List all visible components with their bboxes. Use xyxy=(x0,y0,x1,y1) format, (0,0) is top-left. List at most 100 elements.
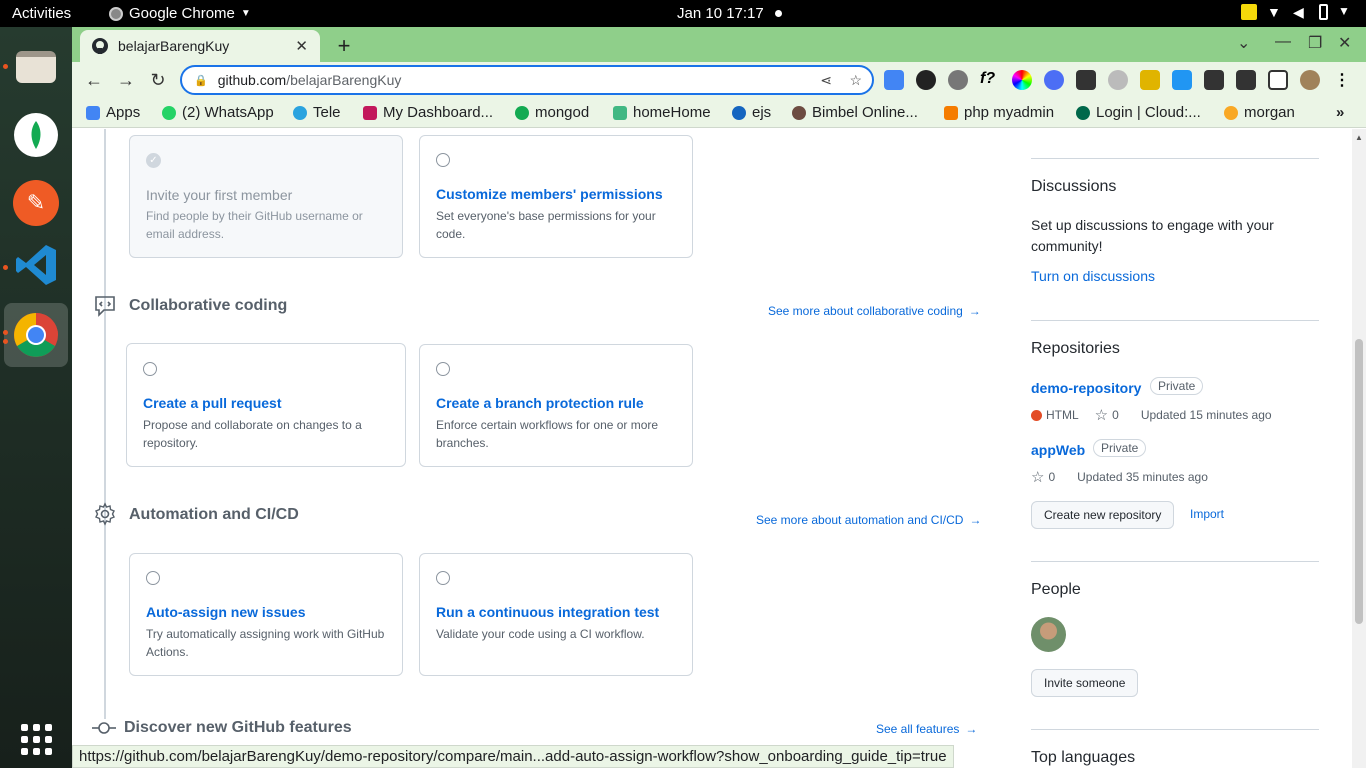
bookmark-item[interactable]: Bimbel Online... xyxy=(792,104,918,121)
dock-chrome[interactable] xyxy=(4,303,68,367)
see-more-label: See more about automation and CI/CD xyxy=(756,513,964,527)
ejs-icon xyxy=(732,105,746,120)
import-link[interactable]: Import xyxy=(1190,507,1224,521)
activities-button[interactable]: Activities xyxy=(12,5,71,22)
morgan-icon xyxy=(1224,105,1238,120)
bookmark-item[interactable]: Tele xyxy=(293,104,341,121)
task-radio[interactable] xyxy=(146,571,160,585)
postman-icon: ✎ xyxy=(13,180,59,226)
battery-icon[interactable] xyxy=(1319,4,1328,20)
css-extension-icon[interactable] xyxy=(1140,70,1160,90)
dock-show-applications[interactable] xyxy=(4,707,68,768)
invite-someone-button[interactable]: Invite someone xyxy=(1031,669,1139,697)
dock-files[interactable] xyxy=(4,35,68,99)
new-extension-icon[interactable] xyxy=(1076,70,1096,90)
app-menu[interactable]: Google Chrome ▼ xyxy=(109,5,251,22)
scroll-up-icon[interactable]: ▲ xyxy=(1355,133,1363,142)
task-card-ci-test[interactable]: Run a continuous integration test Valida… xyxy=(419,553,693,676)
bookmark-item[interactable]: My Dashboard... xyxy=(363,104,493,121)
bookmark-item[interactable]: ejs xyxy=(732,104,771,121)
back-icon[interactable]: ← xyxy=(82,68,106,92)
tab-search-icon[interactable]: ⌄ xyxy=(1237,33,1250,53)
share-icon[interactable]: ⋖ xyxy=(820,72,832,89)
see-more-automation-link[interactable]: See more about automation and CI/CD → xyxy=(756,513,981,527)
puzzle-icon[interactable] xyxy=(1204,70,1224,90)
fairy-extension-icon[interactable] xyxy=(1108,70,1128,90)
turn-on-discussions-link[interactable]: Turn on discussions xyxy=(1031,268,1155,284)
member-avatar[interactable] xyxy=(1031,617,1066,652)
bookmark-item[interactable]: Apps xyxy=(86,104,140,121)
translate-icon[interactable] xyxy=(884,70,904,90)
bookmarks-overflow-icon[interactable]: » xyxy=(1336,104,1344,121)
task-card-branch-protection[interactable]: Create a branch protection rule Enforce … xyxy=(419,344,693,467)
browser-tab[interactable]: belajarBarengKuy ✕ xyxy=(80,30,320,62)
dock-running-indicator xyxy=(3,265,8,270)
avatar[interactable] xyxy=(1300,70,1320,90)
task-card-auto-assign[interactable]: Auto-assign new issues Try automatically… xyxy=(129,553,403,676)
more-vert-icon[interactable]: ⋮ xyxy=(1332,70,1352,90)
dock-postman[interactable]: ✎ xyxy=(4,171,68,235)
bookmark-item[interactable]: Login | Cloud:... xyxy=(1076,104,1201,121)
page-scrollbar[interactable]: ▲ xyxy=(1352,129,1366,768)
repo-link-demo-repository[interactable]: demo-repository xyxy=(1031,380,1141,396)
function-extension-icon[interactable]: f? xyxy=(980,70,1000,90)
star-icon[interactable]: ☆ xyxy=(1095,406,1108,424)
task-radio[interactable] xyxy=(143,362,157,376)
bookmark-item[interactable]: homeHome xyxy=(613,104,711,121)
task-card-pull-request[interactable]: Create a pull request Propose and collab… xyxy=(126,343,406,467)
task-card-customize-permissions[interactable]: Customize members' permissions Set every… xyxy=(419,135,693,258)
dock-running-indicator xyxy=(3,330,8,335)
task-radio[interactable] xyxy=(436,153,450,167)
scrollbar-thumb[interactable] xyxy=(1355,339,1363,624)
task-radio[interactable] xyxy=(436,571,450,585)
task-radio[interactable] xyxy=(436,362,450,376)
address-bar[interactable]: 🔒 github.com/belajarBarengKuy ⋖ ☆ xyxy=(180,65,874,95)
task-description: Try automatically assigning work with Gi… xyxy=(146,627,385,659)
bookmark-item[interactable]: php myadmin xyxy=(944,104,1054,121)
task-title[interactable]: Create a branch protection rule xyxy=(436,395,644,411)
clock[interactable]: Jan 10 17:17 xyxy=(677,5,764,22)
media-icon[interactable] xyxy=(1236,70,1256,90)
color-picker-icon[interactable] xyxy=(1012,70,1032,90)
react-devtools-icon[interactable] xyxy=(916,70,936,90)
task-card-invite-member[interactable]: ✓ Invite your first member Find people b… xyxy=(129,135,403,258)
see-more-collab-link[interactable]: See more about collaborative coding → xyxy=(768,304,981,318)
power-icon[interactable]: ▼ xyxy=(1338,4,1354,20)
bookmark-item[interactable]: (2) WhatsApp xyxy=(162,104,274,121)
task-title[interactable]: Customize members' permissions xyxy=(436,186,663,202)
star-icon[interactable]: ☆ xyxy=(1031,468,1044,486)
repo-link-appweb[interactable]: appWeb xyxy=(1031,442,1085,458)
settings-extension-icon[interactable] xyxy=(948,70,968,90)
maximize-icon[interactable]: ❐ xyxy=(1308,33,1322,53)
tab-strip: belajarBarengKuy ✕ + ⌄ — ❐ ✕ xyxy=(72,27,1366,62)
dock-vscode[interactable] xyxy=(4,233,68,297)
bookmark-item[interactable]: mongod xyxy=(515,104,589,121)
wappalyzer-icon[interactable] xyxy=(1044,70,1064,90)
close-tab-icon[interactable]: ✕ xyxy=(295,37,308,55)
see-all-features-link[interactable]: See all features → xyxy=(876,722,977,736)
dock-mongodb-compass[interactable] xyxy=(4,103,68,167)
wifi-icon[interactable]: ▼ xyxy=(1267,4,1283,20)
new-tab-button[interactable]: + xyxy=(332,33,356,59)
task-title[interactable]: Create a pull request xyxy=(143,395,282,411)
create-new-repository-button[interactable]: Create new repository xyxy=(1031,501,1175,529)
close-window-icon[interactable]: ✕ xyxy=(1338,33,1351,53)
page-content: ✓ Invite your first member Find people b… xyxy=(72,129,1352,768)
system-tray[interactable]: ▼ ◀ ▼ xyxy=(1241,4,1354,20)
volume-icon[interactable]: ◀ xyxy=(1293,4,1309,20)
forward-icon[interactable]: → xyxy=(114,68,138,92)
minimize-icon[interactable]: — xyxy=(1275,33,1291,51)
repo-stars[interactable]: 0 xyxy=(1048,470,1055,484)
task-title[interactable]: Auto-assign new issues xyxy=(146,604,305,620)
repo-stars[interactable]: 0 xyxy=(1112,408,1119,422)
section-title: Collaborative coding xyxy=(129,297,288,314)
task-title[interactable]: Run a continuous integration test xyxy=(436,604,659,620)
bookmark-star-icon[interactable]: ☆ xyxy=(849,72,862,89)
side-panel-icon[interactable] xyxy=(1268,70,1288,90)
fi-extension-icon[interactable] xyxy=(1172,70,1192,90)
reload-icon[interactable]: ↻ xyxy=(146,68,170,92)
notes-icon[interactable] xyxy=(1241,4,1257,20)
mongodb-icon xyxy=(14,113,58,157)
bookmark-item[interactable]: morgan xyxy=(1224,104,1295,121)
extensions-row: f? ⋮ xyxy=(884,70,1352,90)
